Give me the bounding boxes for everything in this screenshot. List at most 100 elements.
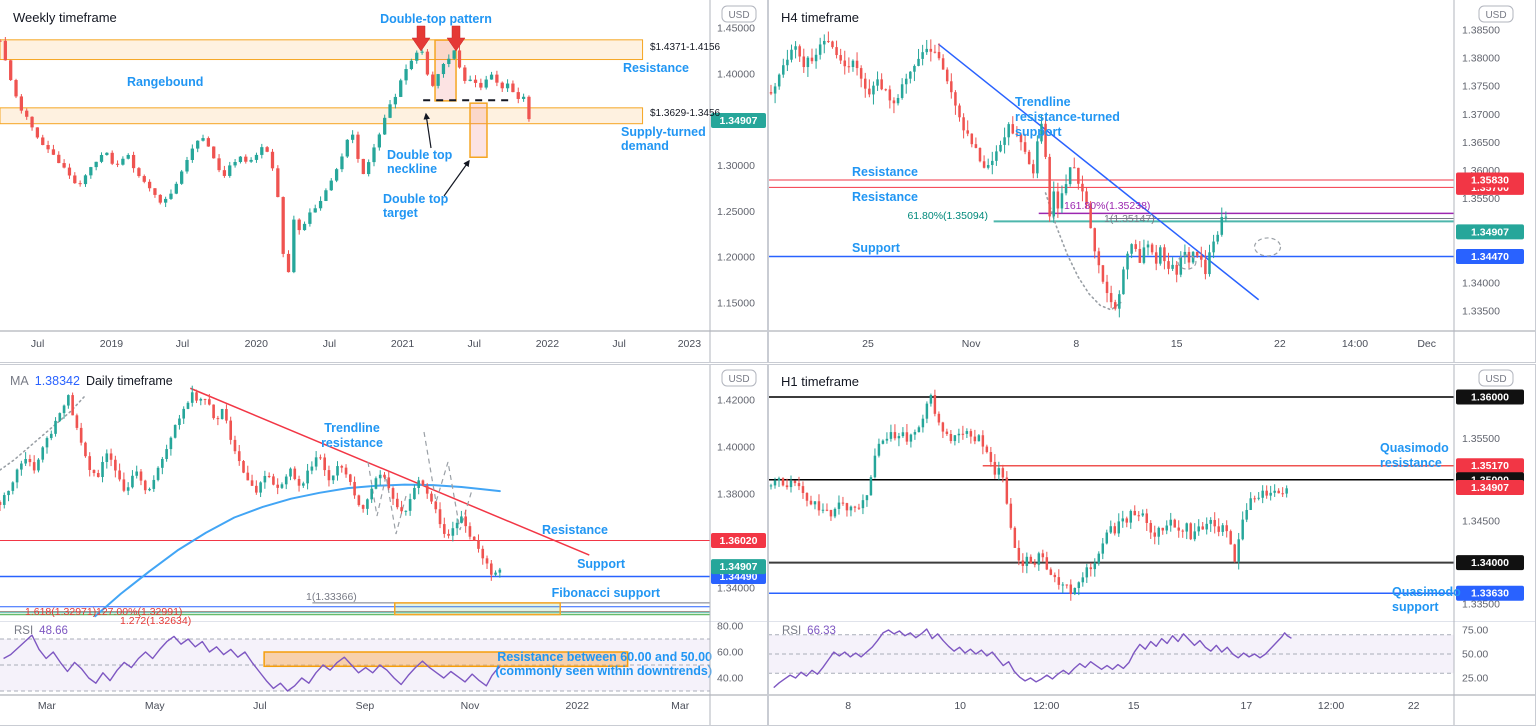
currency-badge-text: USD <box>728 374 749 385</box>
time-label: Sep <box>356 700 375 712</box>
time-label: Nov <box>962 338 981 350</box>
h4-chart-surface[interactable]: 25 Nov 8 15 22 14:00 Dec 1.38500 1.38000 1.37500 1… <box>768 0 1536 363</box>
candlestick-series <box>769 389 1288 601</box>
price-tick: 1.35500 <box>1462 433 1500 445</box>
price-label-text: 1.34907 <box>1471 482 1509 494</box>
price-label-text: 1.34907 <box>720 561 758 573</box>
time-label: 15 <box>1128 700 1140 712</box>
annotation-text: support <box>1392 600 1439 614</box>
time-label: 8 <box>1073 338 1079 350</box>
h1-time-axis[interactable] <box>768 695 1454 725</box>
time-label: 12:00 <box>1033 700 1059 712</box>
trendline[interactable] <box>189 387 590 556</box>
annotation-text: (commonly seen within downtrends) <box>495 664 712 678</box>
fibonacci-zone-box <box>394 602 561 616</box>
time-label: Mar <box>38 700 57 712</box>
annotation-text: Double top <box>383 192 449 206</box>
price-tick: 1.37500 <box>1462 81 1500 93</box>
daily-chart-surface[interactable]: 80.0060.0040.00RSI48.66Resistance betwee… <box>0 364 768 726</box>
annotation-text: 1(1.35147) <box>1104 213 1155 225</box>
trading-workspace: Weekly timeframe Jul 2019 Jul 2020 Jul 2021 Ju… <box>0 0 1536 726</box>
moving-average-line <box>94 483 501 618</box>
time-label: 22 <box>1408 700 1420 712</box>
price-tick: 1.40000 <box>717 442 755 454</box>
price-label-text: 1.35170 <box>1471 460 1509 472</box>
time-label: Dec <box>1417 338 1436 350</box>
h1-price-axis[interactable] <box>1454 364 1536 725</box>
pattern-measure-box <box>434 39 457 102</box>
annotation-text: neckline <box>387 162 437 176</box>
time-label: 2022 <box>536 338 560 350</box>
annotation-text: Resistance <box>852 165 918 179</box>
time-label: 22 <box>1274 338 1286 350</box>
annotation-text: Resistance <box>852 190 918 204</box>
time-label: 2023 <box>678 338 702 350</box>
ma-legend: MA 1.38342 Daily timeframe <box>10 374 173 388</box>
time-label: 14:00 <box>1342 338 1368 350</box>
price-tick: 1.36500 <box>1462 137 1500 149</box>
panel-title: H1 timeframe <box>781 374 860 389</box>
annotation-text: resistance <box>321 436 383 450</box>
annotation-text: 1.618(1.32971) <box>25 606 96 618</box>
annotation-text: Resistance between 60.00 and 50.00 <box>497 650 712 664</box>
rsi-legend: RSI 48.66 <box>14 625 68 637</box>
annotation-text: Double top <box>387 148 453 162</box>
time-label: 17 <box>1241 700 1253 712</box>
time-label: Jul <box>253 700 266 712</box>
annotation-text: $1.3629-1.3456 <box>650 108 721 119</box>
price-label-text: 1.34470 <box>1471 251 1509 263</box>
price-tick: 1.34500 <box>1462 516 1500 528</box>
time-label: 15 <box>1171 338 1183 350</box>
time-label: Mar <box>671 700 690 712</box>
currency-badge-text: USD <box>1485 374 1506 385</box>
sketch-zigzag <box>367 461 407 535</box>
h1-chart-surface[interactable]: 75.0050.0025.00RSI66.3381012:00151712:00… <box>768 364 1536 726</box>
price-tick: 1.37000 <box>1462 109 1500 121</box>
time-label: 10 <box>954 700 966 712</box>
price-label-text: 1.36000 <box>1471 392 1509 404</box>
annotation-text: Trendline <box>324 421 380 435</box>
price-tick: 1.38000 <box>717 489 755 501</box>
annotation-text: $1.4371-1.4156 <box>650 42 721 53</box>
annotation-text: 1.272(1.32634) <box>120 615 191 627</box>
price-tick: 1.25000 <box>717 206 755 218</box>
price-label-text: 1.36020 <box>720 535 758 547</box>
annotation-text: Trendline <box>1015 95 1071 109</box>
price-tick: 1.20000 <box>717 252 755 264</box>
time-label: 2019 <box>100 338 124 350</box>
annotation-text: Quasimodo <box>1380 441 1449 455</box>
time-label: 25 <box>862 338 874 350</box>
time-label: 2022 <box>566 700 590 712</box>
annotation-text: Support <box>577 557 626 571</box>
annotation-text: target <box>383 206 419 220</box>
price-label-text: 1.33630 <box>1471 588 1509 600</box>
price-tick: 1.45000 <box>717 23 755 35</box>
annotation-text: Support <box>852 241 901 255</box>
time-label: May <box>145 700 166 712</box>
pattern-measure-box <box>469 102 488 158</box>
time-label: 2021 <box>391 338 415 350</box>
annotation-text: support <box>1015 125 1062 139</box>
annotation-text: Double-top pattern <box>380 12 492 26</box>
supply-demand-zone <box>0 39 644 61</box>
candlestick-series <box>0 385 502 581</box>
weekly-chart-surface[interactable]: Jul 2019 Jul 2020 Jul 2021 Jul 2022 Jul 2023 1.450… <box>0 0 768 363</box>
annotation-text: Resistance <box>542 523 608 537</box>
price-tick: 1.35500 <box>1462 193 1500 205</box>
price-tick: 1.34000 <box>717 583 755 595</box>
currency-badge-text: USD <box>1485 10 1506 21</box>
price-tick: 1.38000 <box>1462 53 1500 65</box>
price-label-text: 1.34907 <box>1471 226 1509 238</box>
price-tick: 1.15000 <box>717 298 755 310</box>
time-label: 8 <box>845 700 851 712</box>
time-label: Jul <box>323 338 336 350</box>
sketch-ellipse <box>1253 237 1282 257</box>
annotation-text: 61.80%(1.35094) <box>907 210 988 222</box>
price-tick: 1.40000 <box>717 68 755 80</box>
annotation-text: resistance-turned <box>1015 110 1120 124</box>
panel-title: Weekly timeframe <box>13 10 117 25</box>
annotation-text: Fibonacci support <box>552 586 661 600</box>
panel-daily: 80.0060.0040.00RSI48.66Resistance betwee… <box>0 364 768 726</box>
annotation-text: Rangebound <box>127 75 203 89</box>
time-label: Jul <box>176 338 189 350</box>
